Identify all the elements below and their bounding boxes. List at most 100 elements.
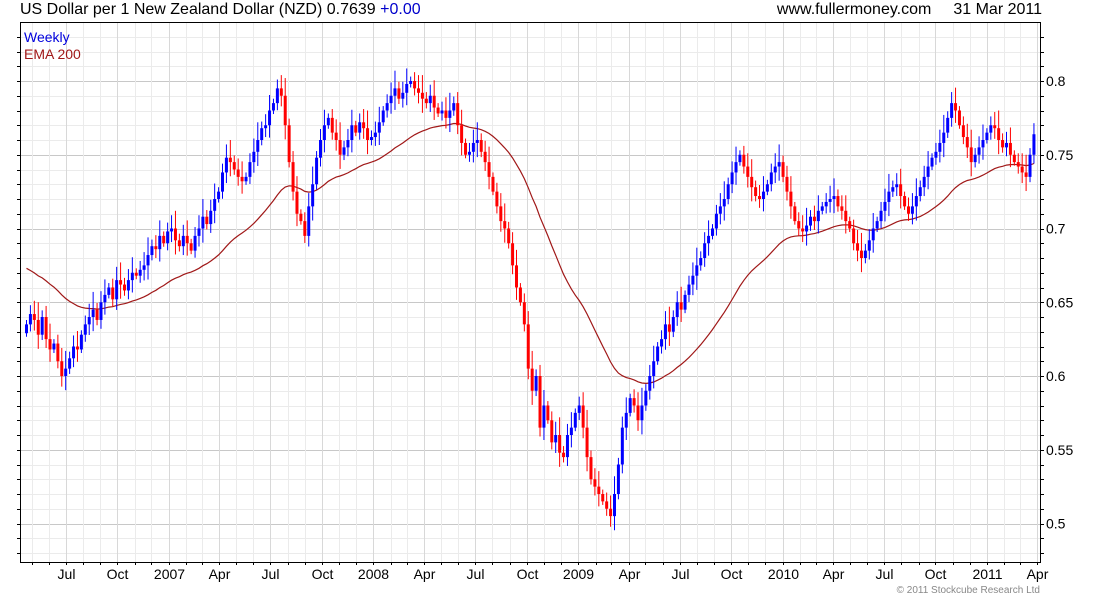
candle-body	[60, 361, 64, 376]
grid	[20, 22, 1040, 562]
candle-body	[660, 339, 664, 347]
candle-body	[667, 324, 671, 332]
candle	[193, 227, 197, 258]
candle	[511, 232, 515, 275]
candle	[934, 142, 938, 165]
candle	[667, 306, 671, 346]
candle	[322, 109, 326, 153]
candle-body	[471, 142, 475, 152]
candle	[785, 165, 789, 201]
candle-body	[311, 184, 315, 207]
candle-body	[350, 125, 354, 140]
candle	[1005, 131, 1008, 157]
candle-body	[32, 314, 36, 320]
candle	[950, 92, 954, 127]
candle-body	[103, 294, 107, 303]
candle-body	[373, 132, 377, 138]
candle-body	[926, 166, 930, 177]
candle	[205, 210, 209, 230]
candle	[244, 172, 248, 185]
candle-body	[315, 157, 319, 185]
candle	[123, 277, 126, 296]
candle	[809, 210, 812, 231]
candle-body	[605, 501, 609, 509]
candle-body	[319, 140, 322, 158]
candle	[1012, 150, 1016, 166]
candle-body	[699, 258, 703, 266]
candle-body	[377, 122, 381, 133]
candle	[793, 201, 797, 225]
candle	[836, 189, 840, 212]
candle-body	[393, 88, 397, 96]
candle-body	[366, 128, 370, 140]
candle	[170, 215, 174, 243]
x-tick-label: Apr	[1027, 566, 1049, 582]
candle-body	[36, 319, 40, 335]
candle	[820, 201, 824, 215]
candle-body	[107, 287, 111, 295]
x-tick-label: 2011	[972, 566, 1002, 582]
candle	[319, 128, 322, 167]
y-tick-label: 0.75	[1046, 147, 1073, 163]
x-tick-label: 2007	[154, 566, 185, 582]
candle	[40, 310, 44, 341]
candle	[891, 180, 895, 197]
candle-body	[91, 309, 95, 317]
x-tick-label: Oct	[517, 566, 539, 582]
candle-body	[938, 142, 942, 152]
candle-body	[252, 151, 256, 163]
candle-body	[268, 110, 272, 126]
candle-body	[1024, 172, 1028, 177]
y-tick-label: 0.65	[1046, 294, 1073, 310]
candle	[28, 305, 32, 332]
x-tick-label: Jul	[467, 566, 485, 582]
candle-body	[354, 125, 358, 133]
candle	[562, 446, 566, 463]
candle	[738, 150, 742, 166]
candle-body	[789, 191, 793, 207]
candle-body	[973, 154, 977, 163]
candle-body	[295, 191, 299, 214]
candle	[801, 215, 805, 243]
candle	[471, 129, 475, 163]
candle-body	[115, 280, 119, 300]
y-tick-label: 0.7	[1046, 221, 1066, 237]
candle-body	[221, 172, 224, 192]
candle	[240, 161, 244, 194]
candle	[334, 119, 338, 151]
candle-body	[573, 412, 577, 428]
candle-body	[957, 110, 961, 126]
candle-body	[330, 117, 334, 133]
candle	[883, 188, 887, 222]
candle	[675, 291, 679, 326]
candle-body	[761, 191, 765, 199]
candle-body	[417, 88, 420, 93]
candle	[393, 70, 397, 110]
candle-body	[464, 142, 468, 155]
candle-body	[930, 157, 934, 167]
candle-body	[99, 302, 103, 320]
candle-body	[640, 405, 644, 421]
candle-body	[460, 125, 464, 143]
candle-body	[326, 117, 330, 126]
candle	[138, 260, 142, 283]
candle-body	[918, 187, 922, 197]
candle	[154, 235, 158, 258]
candle	[997, 110, 1001, 155]
candle-body	[428, 95, 432, 104]
candle-body	[338, 140, 342, 155]
candle	[503, 203, 507, 243]
candle	[565, 423, 569, 466]
candle	[691, 262, 695, 296]
candle	[385, 94, 389, 118]
candle-body	[228, 157, 232, 163]
candle-body	[895, 184, 899, 188]
candle-body	[942, 132, 946, 143]
candle-body	[413, 81, 417, 89]
candle	[224, 144, 228, 184]
candle-body	[150, 246, 154, 256]
candle	[832, 178, 836, 214]
candle	[671, 310, 675, 338]
candle-body	[279, 88, 283, 96]
candle	[56, 334, 60, 369]
